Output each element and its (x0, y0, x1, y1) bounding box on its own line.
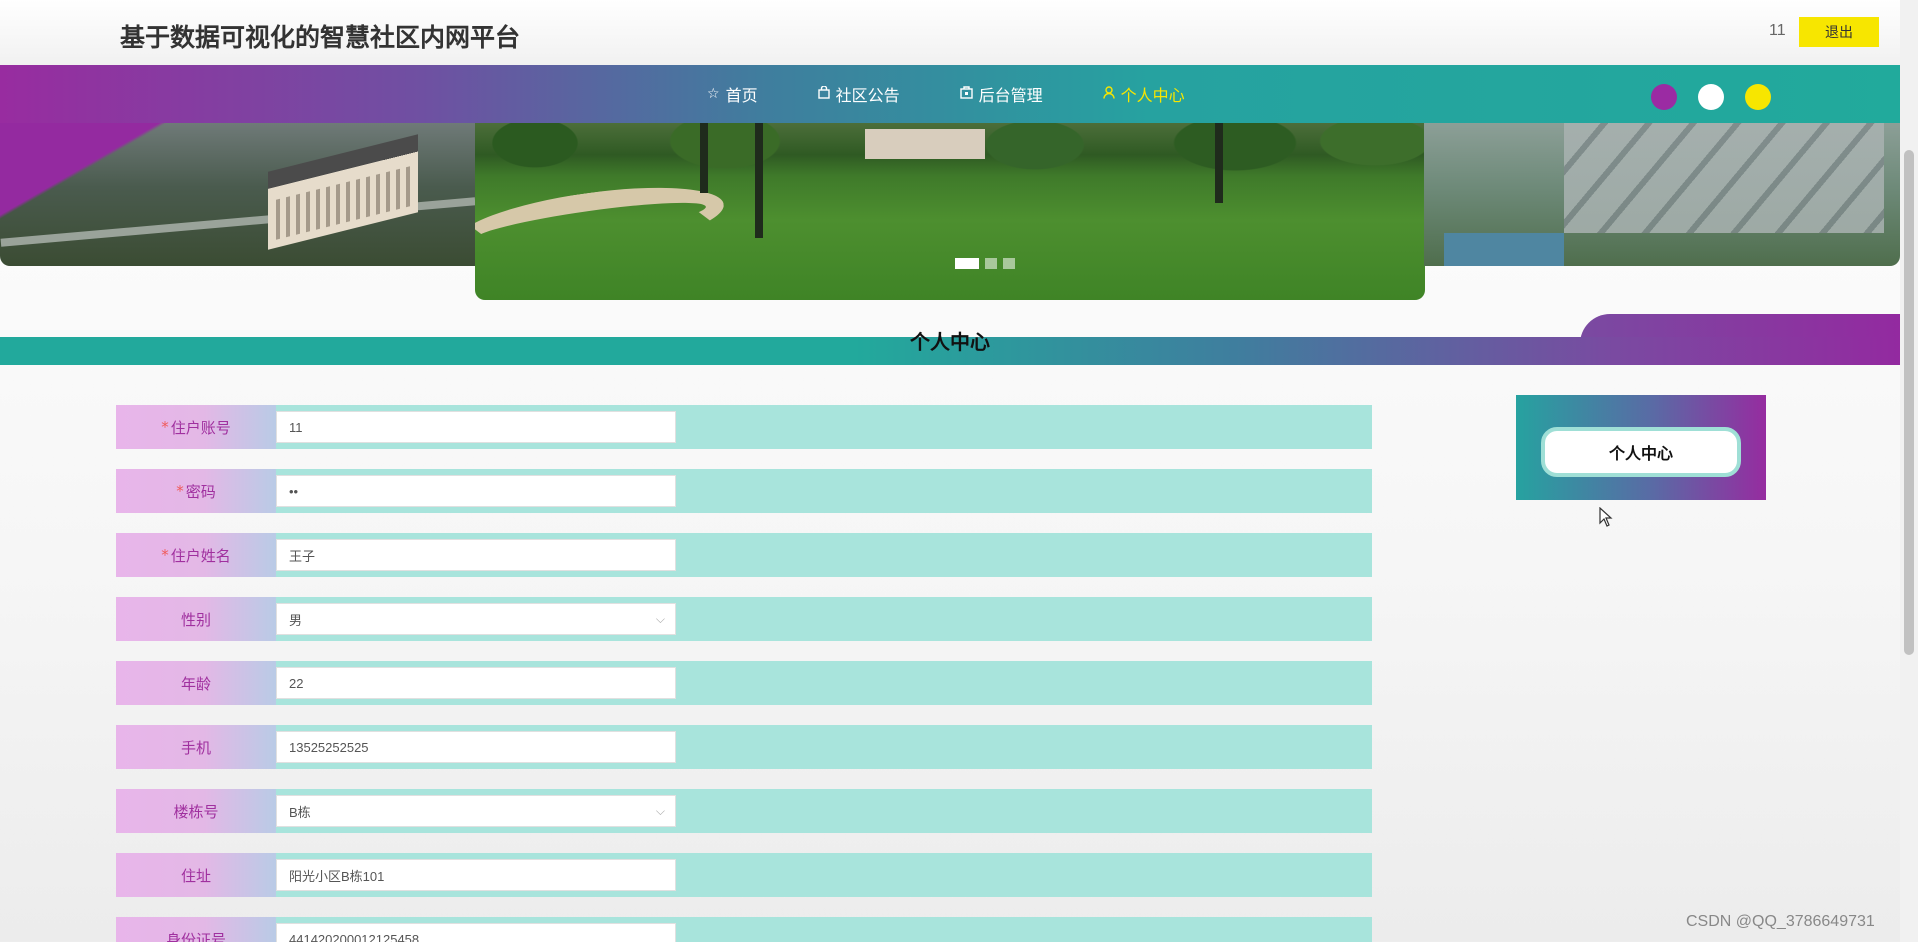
nav-item-label: 个人中心 (1120, 86, 1185, 105)
field-value: 王子 (289, 548, 316, 564)
nav-item-admin[interactable]: 后台管理 (959, 65, 1043, 123)
building-select[interactable]: B栋 ⌵ (276, 795, 676, 827)
banner-slide-current (475, 123, 1425, 300)
site-title: 基于数据可视化的智慧社区内网平台 (120, 23, 521, 52)
nav-item-label: 后台管理 (978, 86, 1043, 105)
form-row-account: * 住户账号 11 (116, 405, 1372, 449)
required-mark: * (161, 546, 169, 564)
form-row-id-number: 身份证号 441420200012125458 (116, 917, 1372, 942)
theme-dot-purple[interactable] (1651, 84, 1677, 110)
field-label: 身份证号 (116, 917, 276, 942)
building-icon (959, 85, 973, 103)
side-menu-profile-button[interactable]: 个人中心 (1541, 427, 1741, 477)
gender-select[interactable]: 男 ⌵ (276, 603, 676, 635)
field-label: * 密码 (116, 469, 276, 513)
star-icon: ☆ (707, 86, 720, 102)
section-title: 个人中心 (910, 330, 990, 354)
field-label: * 住户账号 (116, 405, 276, 449)
logout-button[interactable]: 退出 (1799, 17, 1879, 47)
carousel-dot-1[interactable] (955, 258, 979, 269)
carousel-indicators (955, 258, 1015, 269)
resident-name-input[interactable]: 王子 (276, 539, 676, 571)
required-mark: * (161, 418, 169, 436)
id-number-input[interactable]: 441420200012125458 (276, 923, 676, 942)
field-label-text: 身份证号 (165, 930, 226, 942)
account-input[interactable]: 11 (276, 411, 676, 443)
nav-item-announcements[interactable]: 社区公告 (817, 65, 900, 123)
field-label-text: 住址 (180, 866, 211, 885)
phone-input[interactable]: 13525252525 (276, 731, 676, 763)
bag-icon (817, 84, 830, 103)
form-row-age: 年龄 22 (116, 661, 1372, 705)
main-nav: ☆ 首页 社区公告 后台管理 个人中心 (0, 65, 1918, 123)
field-label-text: 性别 (180, 610, 211, 629)
form-row-password: * 密码 •• (116, 469, 1372, 513)
field-value: 22 (289, 675, 304, 691)
carousel-dot-3[interactable] (1003, 258, 1015, 269)
form-row-resident-name: * 住户姓名 王子 (116, 533, 1372, 577)
field-label-text: 住户姓名 (170, 546, 231, 565)
field-value: B栋 (289, 804, 311, 820)
form-row-gender: 性别 男 ⌵ (116, 597, 1372, 641)
theme-dot-white[interactable] (1698, 84, 1724, 110)
field-value: 阳光小区B栋101 (289, 868, 385, 884)
field-label-text: 年龄 (180, 674, 211, 693)
field-label: 手机 (116, 725, 276, 769)
banner-slide-prev (0, 123, 476, 266)
scrollbar-thumb[interactable] (1904, 150, 1914, 655)
form-row-building: 楼栋号 B栋 ⌵ (116, 789, 1372, 833)
age-input[interactable]: 22 (276, 667, 676, 699)
nav-item-label: 首页 (725, 86, 758, 105)
required-mark: * (176, 482, 184, 500)
nav-item-profile[interactable]: 个人中心 (1102, 65, 1185, 123)
current-user-name: 11 (1769, 22, 1786, 39)
form-row-phone: 手机 13525252525 (116, 725, 1372, 769)
password-input[interactable]: •• (276, 475, 676, 507)
banner-slide-next (1424, 123, 1900, 266)
side-menu-panel: 个人中心 (1516, 395, 1766, 500)
field-label-text: 住户账号 (170, 418, 231, 437)
field-label-text: 楼栋号 (173, 802, 219, 821)
theme-dot-yellow[interactable] (1745, 84, 1771, 110)
field-label: 楼栋号 (116, 789, 276, 833)
watermark-text: CSDN @QQ_3786649731 (1686, 913, 1875, 930)
nav-item-home[interactable]: ☆ 首页 (707, 65, 758, 123)
field-label: 性别 (116, 597, 276, 641)
field-value: 441420200012125458 (289, 931, 420, 942)
top-header: 基于数据可视化的智慧社区内网平台 11 退出 (0, 0, 1918, 65)
field-label: 年龄 (116, 661, 276, 705)
mouse-cursor-icon (1599, 506, 1613, 531)
page-scrollbar[interactable] (1900, 0, 1918, 942)
nav-item-label: 社区公告 (835, 86, 900, 105)
field-value: 男 (289, 612, 303, 628)
field-value: 11 (289, 419, 303, 435)
field-label: 住址 (116, 853, 276, 897)
field-value: •• (289, 483, 299, 499)
chevron-down-icon: ⌵ (655, 612, 665, 626)
address-input[interactable]: 阳光小区B栋101 (276, 859, 676, 891)
field-label-text: 密码 (185, 482, 216, 501)
carousel-dot-2[interactable] (985, 258, 997, 269)
field-label: * 住户姓名 (116, 533, 276, 577)
chevron-down-icon: ⌵ (655, 804, 665, 818)
field-value: 13525252525 (289, 739, 369, 755)
form-row-address: 住址 阳光小区B栋101 (116, 853, 1372, 897)
field-label-text: 手机 (180, 738, 211, 757)
user-icon (1102, 85, 1115, 103)
